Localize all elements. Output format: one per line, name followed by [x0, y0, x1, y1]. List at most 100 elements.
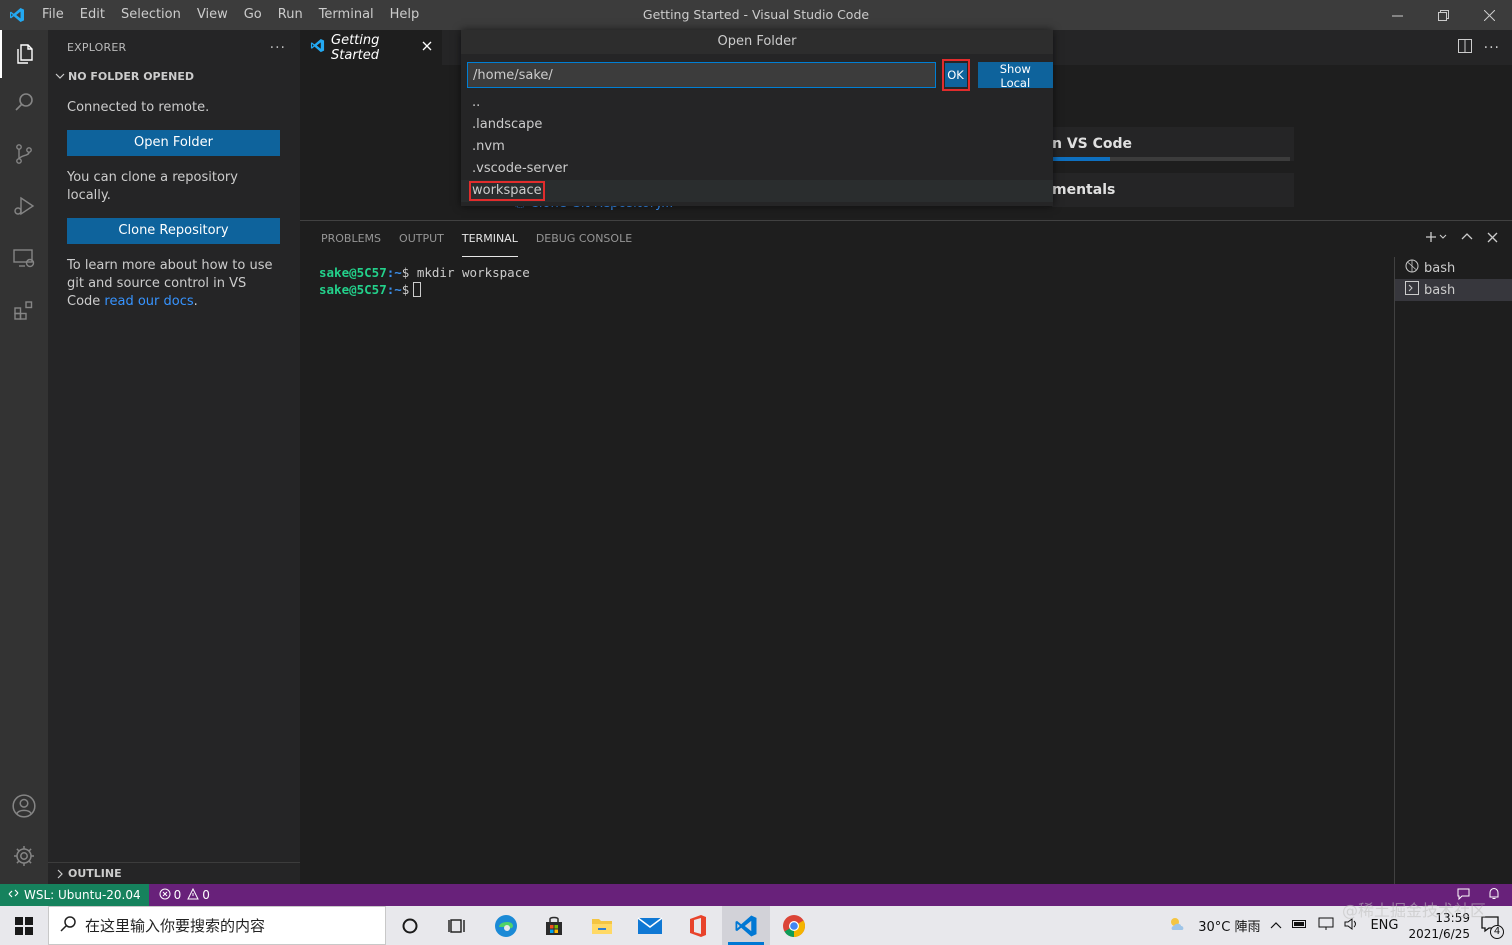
close-panel-icon[interactable]	[1487, 231, 1498, 247]
edge-browser-icon[interactable]	[482, 906, 530, 945]
network-icon[interactable]	[1318, 917, 1334, 935]
manage-gear-icon[interactable]	[0, 832, 48, 880]
terminal-item-label: bash	[1424, 260, 1456, 276]
office-icon[interactable]	[674, 906, 722, 945]
new-terminal-icon[interactable]	[1425, 231, 1447, 247]
remote-icon	[8, 888, 19, 902]
notification-count-badge: 4	[1490, 924, 1504, 939]
battery-icon[interactable]	[1292, 918, 1308, 933]
outline-section-header[interactable]: OUTLINE	[48, 862, 300, 884]
clone-repository-button[interactable]: Clone Repository	[67, 218, 280, 244]
more-actions-icon[interactable]: ···	[270, 40, 286, 56]
tab-getting-started[interactable]: Getting Started	[300, 30, 442, 65]
vscode-tab-icon	[310, 38, 325, 57]
no-folder-section-header[interactable]: NO FOLDER OPENED	[48, 65, 300, 87]
run-debug-icon[interactable]	[0, 182, 48, 230]
notifications-bell-icon[interactable]	[1488, 887, 1500, 903]
open-folder-dialog: Open Folder OK Show Local .. .landscape …	[461, 30, 1053, 206]
menu-selection[interactable]: Selection	[113, 0, 189, 30]
menu-go[interactable]: Go	[236, 0, 270, 30]
terminal-output[interactable]: sake@5C57:~$ mkdir workspace sake@5C57 :~…	[319, 264, 530, 298]
tab-label: Getting Started	[331, 32, 380, 63]
action-center-icon[interactable]: 4	[1480, 915, 1504, 939]
tray-chevron-up-icon[interactable]	[1270, 918, 1282, 933]
mail-icon[interactable]	[626, 906, 674, 945]
chrome-icon[interactable]	[770, 906, 818, 945]
walkthrough-progress-fill	[1050, 157, 1110, 161]
menu-help[interactable]: Help	[382, 0, 428, 30]
remote-explorer-icon[interactable]	[0, 234, 48, 282]
terminal-item-2[interactable]: bash	[1395, 279, 1512, 301]
split-editor-icon[interactable]	[1457, 38, 1472, 57]
menu-view[interactable]: View	[189, 0, 236, 30]
remote-label: WSL: Ubuntu-20.04	[24, 888, 141, 902]
tab-terminal[interactable]: TERMINAL	[453, 221, 527, 257]
bash-cube-icon	[1405, 259, 1419, 277]
folder-path-input[interactable]	[467, 62, 936, 88]
list-item-landscape[interactable]: .landscape	[461, 114, 1053, 136]
explorer-icon[interactable]	[0, 30, 48, 78]
tab-debug-console[interactable]: DEBUG CONSOLE	[527, 221, 641, 257]
show-local-button[interactable]: Show Local	[977, 62, 1053, 90]
task-view-icon[interactable]	[434, 906, 482, 945]
explorer-header: EXPLORER ···	[48, 30, 300, 65]
clone-info-text: You can clone a repository locally.	[67, 170, 238, 203]
tab-output[interactable]: OUTPUT	[390, 221, 453, 257]
learn-more-end: .	[193, 294, 198, 309]
open-folder-button[interactable]: Open Folder	[67, 130, 280, 156]
sidebar-welcome-content: Connected to remote. Open Folder You can…	[48, 99, 300, 311]
remote-indicator[interactable]: WSL: Ubuntu-20.04	[0, 884, 149, 906]
feedback-icon[interactable]	[1457, 887, 1470, 903]
volume-icon[interactable]	[1344, 917, 1360, 935]
dialog-input-row: OK Show Local	[467, 59, 1053, 91]
weather-label[interactable]: 30°C 陣雨	[1198, 916, 1260, 935]
list-item-parent[interactable]: ..	[461, 92, 1053, 114]
maximize-panel-icon[interactable]	[1461, 231, 1473, 247]
tab-problems[interactable]: PROBLEMS	[312, 221, 390, 257]
input-language[interactable]: ENG	[1370, 918, 1398, 933]
list-item-workspace[interactable]: workspace	[461, 180, 1053, 202]
menu-run[interactable]: Run	[270, 0, 311, 30]
problems-indicator[interactable]: 0 0	[149, 887, 210, 903]
prompt-path: :~	[386, 265, 402, 280]
terminal-command: mkdir workspace	[416, 265, 530, 280]
ok-button[interactable]: OK	[944, 63, 967, 87]
cortana-icon[interactable]	[386, 906, 434, 945]
menu-bar: File Edit Selection View Go Run Terminal…	[34, 0, 427, 30]
list-item-vscode-server[interactable]: .vscode-server	[461, 158, 1053, 180]
outline-label: OUTLINE	[68, 867, 122, 880]
explorer-sidebar: EXPLORER ··· NO FOLDER OPENED Connected …	[48, 30, 300, 884]
taskbar-search-box[interactable]: 在这里输入你要搜索的内容	[48, 906, 386, 945]
restore-icon[interactable]	[1420, 0, 1466, 30]
walkthrough-card-vscode[interactable]: n VS Code	[1052, 127, 1294, 161]
terminal-item-1[interactable]: bash	[1395, 257, 1512, 279]
terminal-line-1: sake@5C57:~$ mkdir workspace	[319, 264, 530, 281]
menu-terminal[interactable]: Terminal	[311, 0, 382, 30]
extensions-icon[interactable]	[0, 286, 48, 334]
tab-close-icon[interactable]	[422, 40, 432, 55]
no-folder-label: NO FOLDER OPENED	[68, 69, 194, 83]
list-item-nvm[interactable]: .nvm	[461, 136, 1053, 158]
minimize-icon[interactable]	[1374, 0, 1420, 30]
walkthrough-card-fundamentals[interactable]: mentals	[1052, 173, 1294, 207]
close-window-icon[interactable]	[1466, 0, 1512, 30]
prompt-user-2: sake@5C57	[319, 282, 387, 297]
file-explorer-icon[interactable]	[578, 906, 626, 945]
system-tray: 30°C 陣雨 ENG 13:59 2021/6/25 4	[1168, 906, 1512, 945]
weather-icon[interactable]	[1168, 916, 1188, 936]
vscode-taskbar-icon[interactable]	[722, 906, 770, 945]
menu-edit[interactable]: Edit	[72, 0, 113, 30]
read-docs-link[interactable]: read our docs	[104, 294, 193, 309]
search-icon[interactable]	[0, 78, 48, 126]
editor-more-icon[interactable]: ···	[1484, 40, 1500, 56]
taskbar-search-placeholder: 在这里输入你要搜索的内容	[85, 917, 266, 935]
explorer-title: EXPLORER	[67, 41, 127, 54]
accounts-icon[interactable]	[0, 782, 48, 830]
taskbar-clock[interactable]: 13:59 2021/6/25	[1408, 910, 1470, 942]
source-control-icon[interactable]	[0, 130, 48, 178]
microsoft-store-icon[interactable]	[530, 906, 578, 945]
status-right	[1457, 884, 1500, 906]
menu-file[interactable]: File	[34, 0, 72, 30]
windows-start-icon[interactable]	[0, 906, 48, 945]
activity-bar	[0, 30, 48, 884]
